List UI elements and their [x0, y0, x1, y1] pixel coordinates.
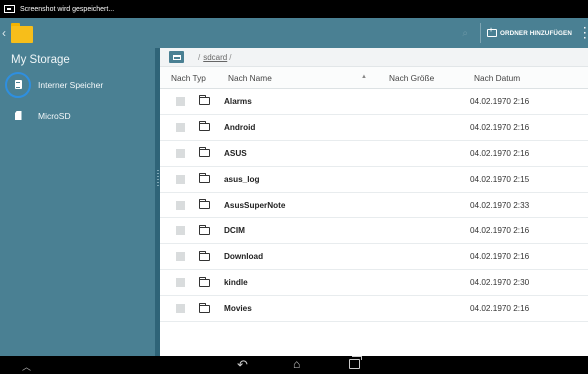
path-separator: / — [198, 52, 201, 62]
breadcrumb: / sdcard / — [160, 48, 588, 67]
system-navigation-bar: ︿ ↶ ⌂ — [0, 356, 588, 374]
folder-icon — [198, 199, 210, 209]
file-name: ASUS — [224, 148, 247, 158]
folder-icon — [198, 224, 210, 235]
recent-apps-icon[interactable] — [349, 356, 362, 369]
table-row[interactable]: Download 04.02.1970 2:16 — [160, 244, 588, 271]
row-checkbox[interactable] — [176, 200, 185, 210]
file-date: 04.02.1970 2:16 — [470, 226, 530, 236]
sort-by-name-header[interactable]: Nach Name ▲ — [221, 73, 381, 83]
app-folder-icon[interactable] — [11, 23, 33, 43]
table-row[interactable]: Alarms 04.02.1970 2:16 — [160, 89, 588, 115]
file-list-pane: / sdcard / Nach Typ Nach Name ▲ Nach Grö… — [160, 48, 588, 356]
file-name: asus_log — [224, 174, 260, 184]
row-checkbox[interactable] — [176, 122, 185, 132]
sidebar-title: My Storage — [11, 54, 70, 66]
internal-storage-icon — [5, 71, 31, 98]
file-name: DCIM — [224, 226, 245, 236]
table-row[interactable]: kindle 04.02.1970 2:30 — [160, 270, 588, 297]
add-folder-icon — [486, 27, 497, 37]
file-date: 04.02.1970 2:16 — [470, 304, 530, 314]
file-name: Android — [224, 122, 256, 132]
table-row[interactable]: asus_log 04.02.1970 2:15 — [160, 166, 588, 193]
sidebar-item-internal-storage[interactable]: Interner Speicher — [0, 69, 155, 100]
table-row[interactable]: AsusSuperNote 04.02.1970 2:33 — [160, 192, 588, 219]
sidebar-item-label: MicroSD — [38, 110, 71, 121]
path-trailing-separator: / — [229, 52, 232, 62]
sidebar-item-microsd[interactable]: MicroSD — [0, 100, 155, 131]
file-date: 04.02.1970 2:16 — [470, 122, 530, 132]
row-checkbox[interactable] — [176, 148, 185, 158]
row-checkbox[interactable] — [176, 278, 185, 288]
collapse-icon[interactable]: ︿ — [22, 360, 31, 373]
folder-icon — [198, 302, 210, 313]
row-checkbox[interactable] — [176, 174, 185, 184]
sort-ascending-icon: ▲ — [361, 73, 367, 80]
add-folder-button[interactable]: ORDNER HINZUFÜGEN — [486, 27, 572, 37]
sort-by-type-header[interactable]: Nach Typ — [160, 73, 221, 83]
action-bar-divider — [479, 23, 481, 43]
screenshot-icon — [4, 5, 15, 13]
file-name: kindle — [224, 278, 248, 288]
sort-by-name-label: Nach Name — [228, 72, 272, 83]
file-name: Alarms — [224, 96, 252, 106]
overflow-menu-icon[interactable]: · · · — [582, 23, 588, 43]
file-date: 04.02.1970 2:30 — [470, 278, 530, 288]
add-folder-label: ORDNER HINZUFÜGEN — [499, 29, 572, 37]
back-icon[interactable]: ↶ — [237, 357, 248, 373]
breadcrumb-segment-sdcard[interactable]: sdcard — [203, 53, 227, 62]
table-row[interactable]: Android 04.02.1970 2:16 — [160, 114, 588, 141]
row-checkbox[interactable] — [176, 226, 185, 236]
file-date: 04.02.1970 2:16 — [470, 96, 530, 106]
sort-by-date-header[interactable]: Nach Datum — [474, 73, 588, 83]
row-checkbox[interactable] — [176, 304, 185, 314]
column-header-row: Nach Typ Nach Name ▲ Nach Größe Nach Dat… — [160, 67, 588, 89]
folder-icon — [198, 95, 210, 106]
folder-icon — [198, 276, 210, 287]
status-bar: Screenshot wird gespeichert... — [0, 0, 588, 18]
splitter-grip-icon[interactable] — [156, 170, 159, 186]
folder-icon — [198, 147, 210, 158]
folder-icon — [198, 121, 210, 132]
home-icon[interactable]: ⌂ — [293, 357, 300, 371]
file-name: Download — [224, 252, 264, 262]
sort-by-size-header[interactable]: Nach Größe — [381, 73, 474, 83]
folder-icon — [198, 173, 210, 184]
storage-sidebar: My Storage Interner Speicher MicroSD — [0, 48, 155, 356]
row-checkbox[interactable] — [176, 252, 185, 262]
table-row[interactable]: DCIM 04.02.1970 2:16 — [160, 218, 588, 245]
folder-icon — [198, 250, 210, 261]
file-date: 04.02.1970 2:33 — [470, 200, 530, 210]
file-list: Alarms 04.02.1970 2:16 Android 04.02.1970 2… — [160, 89, 588, 323]
file-name: Movies — [224, 304, 252, 314]
back-chevron-icon[interactable]: ‹ — [2, 26, 10, 40]
file-date: 04.02.1970 2:16 — [470, 148, 530, 158]
row-checkbox[interactable] — [176, 96, 185, 106]
status-notification-text: Screenshot wird gespeichert... — [20, 5, 115, 13]
file-name: AsusSuperNote — [224, 200, 286, 210]
table-row[interactable]: ASUS 04.02.1970 2:16 — [160, 140, 588, 167]
sd-card-icon — [11, 109, 25, 123]
search-icon[interactable]: ⌕ — [462, 28, 468, 39]
file-date: 04.02.1970 2:16 — [470, 252, 530, 262]
parent-folder-button[interactable] — [169, 51, 184, 63]
action-bar: ‹ ⌕ ORDNER HINZUFÜGEN ··· — [0, 18, 588, 48]
sidebar-item-label: Interner Speicher — [38, 79, 104, 90]
table-row[interactable]: Movies 04.02.1970 2:16 — [160, 296, 588, 323]
file-date: 04.02.1970 2:15 — [470, 174, 530, 184]
